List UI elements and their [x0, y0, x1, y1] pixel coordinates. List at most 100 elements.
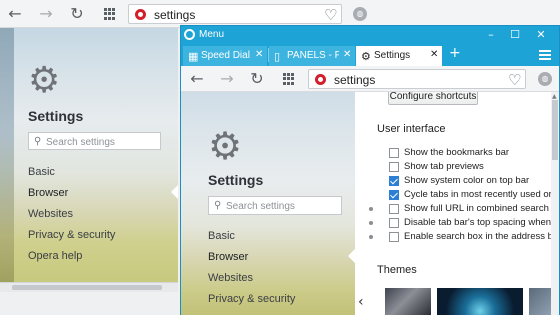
front-toolbar: ← → ↻ settings ♡ ◍ — [181, 66, 559, 92]
checkbox[interactable] — [389, 148, 399, 158]
option-bookmarks-bar[interactable]: Show the bookmarks bar — [369, 147, 551, 159]
tab-settings[interactable]: ⚙ Settings ✕ — [356, 46, 442, 66]
minimize-icon[interactable]: – — [481, 27, 501, 43]
address-bar[interactable]: settings ♡ — [128, 4, 342, 24]
search-placeholder: Search settings — [226, 201, 295, 212]
configure-shortcuts-button[interactable]: Configure shortcuts — [388, 92, 478, 105]
selection-indicator — [348, 249, 355, 263]
tab-close-icon[interactable]: ✕ — [343, 49, 351, 60]
tab-panels[interactable]: ▯ PANELS - File ✕ — [269, 46, 355, 66]
sidebar-item-browser[interactable]: Browser — [28, 187, 68, 199]
checkbox[interactable] — [389, 218, 399, 228]
maximize-icon[interactable]: ☐ — [505, 27, 525, 43]
checkbox[interactable] — [389, 232, 399, 242]
title-bar: Menu – ☐ ✕ — [181, 26, 559, 44]
themes-heading: Themes — [377, 264, 417, 276]
sidebar-item-basic[interactable]: Basic — [28, 166, 55, 178]
option-label: Show system color on top bar — [404, 175, 530, 186]
heart-bookmark-icon[interactable]: ♡ — [508, 71, 521, 89]
close-icon[interactable]: ✕ — [531, 27, 551, 43]
sidebar-item-privacy[interactable]: Privacy & security — [28, 229, 115, 241]
theme-gallery: ‹ — [355, 282, 551, 315]
page-icon: ▯ — [274, 50, 281, 63]
back-arrow-icon[interactable]: ← — [187, 69, 207, 89]
tab-speed-dial[interactable]: ▦ Speed Dial ✕ — [183, 46, 267, 66]
tab-label: Speed Dial — [201, 50, 250, 61]
back-toolbar: ← → ↻ settings ♡ ◍ — [0, 0, 560, 28]
front-settings-sidebar: ⚙ Settings ⚲ Search settings Basic Brows… — [181, 92, 355, 315]
advanced-bullet-icon — [369, 235, 373, 239]
checkbox-checked[interactable] — [389, 190, 399, 200]
option-system-color[interactable]: Show system color on top bar — [369, 175, 551, 187]
speed-dial-icon: ▦ — [188, 50, 199, 63]
selection-indicator — [171, 185, 178, 199]
option-label: Disable tab bar's top spacing when brov — [404, 217, 559, 228]
checkbox-checked[interactable] — [389, 176, 399, 186]
scrollbar-thumb[interactable] — [12, 285, 162, 290]
sidebar-item-websites[interactable]: Websites — [208, 272, 253, 284]
chevron-left-icon[interactable]: ‹ — [358, 294, 364, 310]
address-text: settings — [334, 73, 376, 87]
reload-icon[interactable]: ↻ — [67, 4, 87, 24]
checkbox[interactable] — [389, 204, 399, 214]
front-browser-window: Menu – ☐ ✕ ▦ Speed Dial ✕ ▯ PANELS - Fil… — [180, 25, 560, 315]
reload-icon[interactable]: ↻ — [247, 69, 267, 89]
forward-arrow-icon[interactable]: → — [217, 69, 237, 89]
search-input[interactable]: ⚲ Search settings — [28, 132, 161, 150]
speed-dial-icon[interactable] — [104, 8, 116, 20]
back-arrow-icon[interactable]: ← — [5, 4, 25, 24]
tab-bar: ▦ Speed Dial ✕ ▯ PANELS - File ✕ ⚙ Setti… — [181, 44, 559, 66]
wallpaper-strip — [0, 28, 14, 290]
option-search-box[interactable]: Enable search box in the address bar — [369, 231, 559, 243]
theme-thumbnail[interactable] — [385, 288, 431, 315]
option-label: Show the bookmarks bar — [404, 147, 510, 158]
search-input[interactable]: ⚲ Search settings — [208, 196, 342, 215]
back-settings-sidebar: ⚙ Settings ⚲ Search settings Basic Brows… — [0, 28, 178, 290]
tab-close-icon[interactable]: ✕ — [430, 49, 438, 60]
extension-icon[interactable]: ◍ — [538, 72, 552, 86]
option-label: Show full URL in combined search and a — [404, 203, 559, 214]
heart-bookmark-icon[interactable]: ♡ — [324, 6, 337, 24]
advanced-bullet-icon — [369, 207, 373, 211]
option-cycle-tabs[interactable]: Cycle tabs in most recently used order — [369, 189, 559, 201]
opera-logo-icon — [135, 9, 146, 20]
sidebar-item-websites[interactable]: Websites — [28, 208, 73, 220]
tab-menu-icon[interactable] — [539, 50, 551, 62]
horizontal-scrollbar[interactable] — [0, 282, 178, 292]
sidebar-item-help[interactable]: Opera help — [28, 250, 82, 262]
checkbox[interactable] — [389, 162, 399, 172]
sidebar-item-browser[interactable]: Browser — [208, 251, 248, 263]
advanced-bullet-icon — [369, 221, 373, 225]
forward-arrow-icon[interactable]: → — [36, 4, 56, 24]
theme-thumbnail[interactable] — [529, 288, 551, 315]
vertical-scrollbar[interactable]: ▲ — [551, 92, 559, 315]
settings-title: Settings — [28, 108, 84, 124]
gear-icon: ⚙ — [28, 60, 61, 101]
option-label: Show tab previews — [404, 161, 484, 172]
option-tab-previews[interactable]: Show tab previews — [369, 161, 551, 173]
scroll-up-icon[interactable]: ▲ — [552, 93, 557, 100]
new-tab-icon[interactable]: + — [449, 45, 461, 61]
scrollbar-thumb[interactable] — [552, 100, 558, 160]
menu-button[interactable]: Menu — [199, 29, 224, 40]
address-bar[interactable]: settings ♡ — [308, 69, 526, 89]
option-full-url[interactable]: Show full URL in combined search and a — [369, 203, 559, 215]
option-label: Cycle tabs in most recently used order — [404, 189, 559, 200]
settings-title: Settings — [208, 172, 264, 188]
tab-close-icon[interactable]: ✕ — [255, 49, 263, 60]
gear-icon: ⚙ — [361, 50, 371, 63]
user-interface-heading: User interface — [377, 123, 446, 135]
screen: ← → ↻ settings ♡ ◍ ⚙ Settings ⚲ Search s… — [0, 0, 560, 315]
search-icon: ⚲ — [214, 200, 222, 211]
opera-menu-icon[interactable] — [184, 29, 195, 40]
speed-dial-icon[interactable] — [283, 73, 295, 85]
option-tab-spacing[interactable]: Disable tab bar's top spacing when brov — [369, 217, 559, 229]
theme-thumbnail[interactable] — [437, 288, 523, 315]
search-placeholder: Search settings — [46, 137, 115, 148]
sidebar-item-basic[interactable]: Basic — [208, 230, 235, 242]
address-text: settings — [154, 8, 196, 22]
gear-icon: ⚙ — [208, 124, 243, 168]
opera-logo-icon — [315, 74, 326, 85]
extension-icon[interactable]: ◍ — [353, 7, 367, 21]
sidebar-item-privacy[interactable]: Privacy & security — [208, 293, 295, 305]
